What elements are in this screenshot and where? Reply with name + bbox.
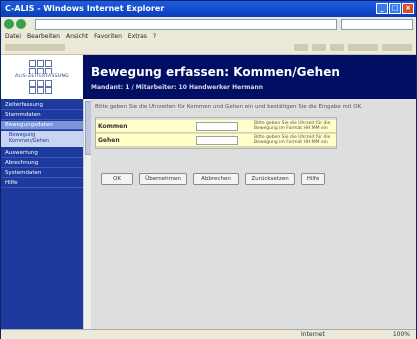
menu-item-datei[interactable]: Datei [5, 33, 21, 40]
apply-button[interactable]: Übernehmen [139, 173, 187, 185]
address-input[interactable] [35, 19, 337, 30]
tools-menu[interactable] [382, 44, 412, 51]
page-menu[interactable] [348, 44, 378, 51]
window-title: C-ALIS - Windows Internet Explorer [5, 4, 165, 13]
window-controls: _ □ × [376, 3, 414, 14]
sidebar-item-hilfe[interactable]: Hilfe [1, 179, 83, 188]
sidebar-item-bewegungsdaten[interactable]: Bewegungsdaten [1, 121, 83, 130]
favorites-tab[interactable] [5, 44, 65, 51]
reset-button[interactable]: Zurücksetzen [245, 173, 295, 185]
page-title: Bewegung erfassen: Kommen/Gehen [91, 65, 340, 79]
search-input[interactable] [341, 19, 413, 30]
title-bar: C-ALIS - Windows Internet Explorer _ □ × [1, 1, 416, 17]
browser-window: C-ALIS - Windows Internet Explorer _ □ ×… [0, 0, 417, 339]
time-form: Kommen Bitte geben Sie die Uhrzeit für d… [95, 117, 337, 149]
sidebar-item-stammdaten[interactable]: Stammdaten [1, 111, 83, 120]
status-zone: Internet [301, 331, 325, 338]
sidebar-item-zeiterfassung[interactable]: Zeiterfassung [1, 101, 83, 110]
menu-item-favoriten[interactable]: Favoriten [94, 33, 122, 40]
sidebar: Zeiterfassung Stammdaten Bewegungsdaten … [1, 99, 83, 329]
ok-button[interactable]: OK [101, 173, 133, 185]
sidebar-item-abrechnung[interactable]: Abrechnung [1, 159, 83, 168]
form-row-gehen: Gehen Bitte geben Sie die Uhrzeit für di… [96, 134, 336, 147]
sidebar-subitem[interactable]: Bewegung Kommen/Gehen [1, 131, 83, 147]
nav-buttons [4, 19, 26, 29]
zoom-level[interactable]: 100% [393, 331, 410, 338]
menu-item-extras[interactable]: Extras [128, 33, 147, 40]
command-bar [294, 44, 412, 51]
gehen-label: Gehen [98, 137, 120, 144]
kommen-input[interactable] [196, 122, 238, 131]
cancel-button[interactable]: Abbrechen [193, 173, 239, 185]
intro-text: Bitte geben Sie die Uhrzeiten für Kommen… [95, 104, 363, 110]
address-bar [1, 17, 416, 32]
form-row-kommen: Kommen Bitte geben Sie die Uhrzeit für d… [96, 120, 336, 133]
sidebar-item-auswertung[interactable]: Auswertung [1, 149, 83, 158]
close-icon[interactable]: × [402, 3, 414, 14]
menu-items: Datei Bearbeiten Ansicht Favoriten Extra… [5, 33, 156, 40]
menu-item-ansicht[interactable]: Ansicht [66, 33, 88, 40]
help-button[interactable]: Hilfe [301, 173, 325, 185]
maximize-icon[interactable]: □ [389, 3, 401, 14]
gehen-input[interactable] [196, 136, 238, 145]
back-icon[interactable] [4, 19, 14, 29]
main-content: Bitte geben Sie die Uhrzeiten für Kommen… [91, 99, 416, 329]
kommen-label: Kommen [98, 123, 128, 130]
home-icon[interactable] [294, 44, 308, 51]
print-icon[interactable] [330, 44, 344, 51]
menu-item-help[interactable]: ? [153, 33, 156, 40]
gehen-hint: Bitte geben Sie die Uhrzeit für die Bewe… [254, 135, 331, 145]
page-subtitle: Mandant: 1 / Mitarbeiter: 10 Handwerker … [91, 84, 264, 91]
logo-text: ALIS-ZEITERFASSUNG [6, 74, 78, 79]
feeds-icon[interactable] [312, 44, 326, 51]
sidebar-item-systemdaten[interactable]: Systemdaten [1, 169, 83, 178]
button-row: OK Übernehmen Abbrechen Zurücksetzen Hil… [101, 173, 401, 185]
forward-icon[interactable] [16, 19, 26, 29]
status-bar: Internet 100% [1, 329, 416, 339]
menu-item-bearbeiten[interactable]: Bearbeiten [27, 33, 60, 40]
app-header: ALIS-ZEITERFASSUNG Bewegung erfassen: Ko… [1, 55, 416, 99]
kommen-hint: Bitte geben Sie die Uhrzeit für die Bewe… [254, 121, 331, 131]
logo: ALIS-ZEITERFASSUNG [1, 55, 83, 99]
favorites-bar [1, 42, 416, 55]
minimize-icon[interactable]: _ [376, 3, 388, 14]
page-viewport: ALIS-ZEITERFASSUNG Bewegung erfassen: Ko… [1, 55, 416, 329]
